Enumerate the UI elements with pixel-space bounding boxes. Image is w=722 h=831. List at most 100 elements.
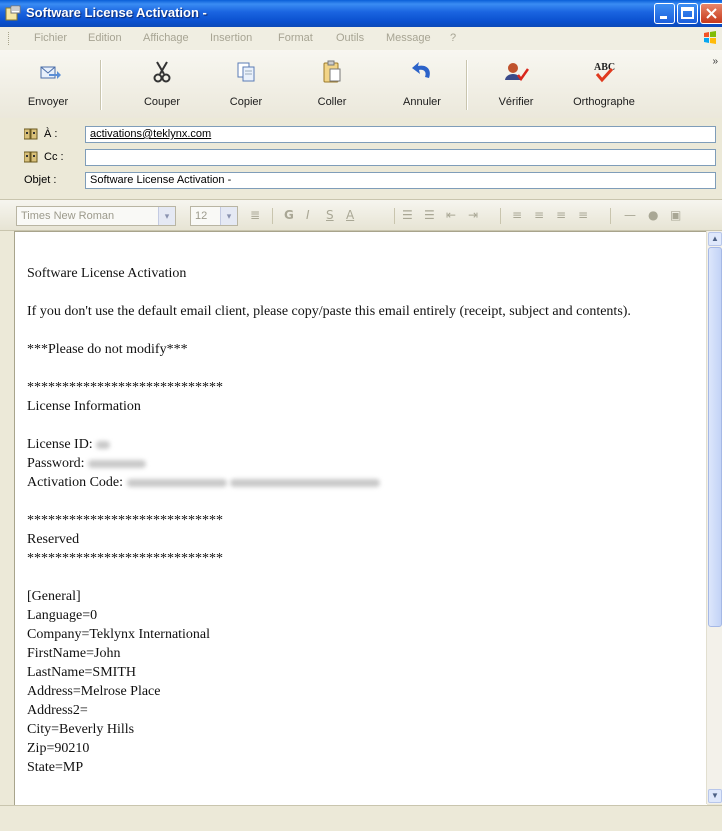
numbered-list-icon[interactable]: ☰ xyxy=(402,208,413,222)
undo-icon xyxy=(412,62,430,78)
font-size-select[interactable]: 12 ▾ xyxy=(190,206,238,226)
menu-outils[interactable]: Outils xyxy=(336,32,364,44)
to-row: À : activations@teklynx.com xyxy=(0,124,722,146)
cc-field[interactable] xyxy=(85,149,716,166)
align-left-icon[interactable]: ≡ xyxy=(512,208,522,222)
config-line: FirstName=John xyxy=(27,646,121,661)
maximize-icon xyxy=(681,7,694,19)
paragraph-style-icon[interactable]: ≣ xyxy=(250,208,260,222)
menu-edition[interactable]: Edition xyxy=(88,32,122,44)
copy-icon xyxy=(237,62,255,82)
menu-message[interactable]: Message xyxy=(386,32,431,44)
config-line: State=MP xyxy=(27,760,84,775)
message-content: Software License Activation If you don't… xyxy=(27,264,697,777)
address-section: À : activations@teklynx.com Cc : Objet :… xyxy=(0,118,722,196)
message-heading: Software License Activation xyxy=(27,266,187,281)
menu-insertion[interactable]: Insertion xyxy=(210,32,252,44)
chevron-down-icon: ▾ xyxy=(220,207,237,225)
cc-label: Cc : xyxy=(44,151,64,163)
scissors-icon xyxy=(153,61,171,83)
scroll-down-button[interactable]: ▼ xyxy=(708,789,722,803)
menu-fichier[interactable]: Fichier xyxy=(34,32,67,44)
paste-icon xyxy=(323,60,341,83)
font-family-select[interactable]: Times New Roman ▾ xyxy=(16,206,176,226)
menu-affichage[interactable]: Affichage xyxy=(143,32,189,44)
decrease-indent-icon[interactable]: ⇤ xyxy=(446,208,456,222)
toolbar-separator xyxy=(100,60,102,110)
cut-button[interactable]: Couper xyxy=(136,56,188,114)
increase-indent-icon[interactable]: ⇥ xyxy=(468,208,478,222)
message-intro: If you don't use the default email clien… xyxy=(27,304,631,319)
separator-line: **************************** xyxy=(27,380,223,395)
check-names-icon xyxy=(505,63,529,82)
compose-message-icon xyxy=(5,5,21,21)
menu-help[interactable]: ? xyxy=(450,32,456,44)
license-id-label: License ID: xyxy=(27,437,93,452)
config-line: Company=Teklynx International xyxy=(27,627,211,642)
copy-button[interactable]: Copier xyxy=(220,56,272,114)
address-book-icon[interactable] xyxy=(24,128,38,140)
address-book-icon[interactable] xyxy=(24,151,38,163)
separator-line: **************************** xyxy=(27,513,223,528)
check-names-label: Vérifier xyxy=(498,96,534,108)
send-button[interactable]: Envoyer xyxy=(22,56,74,114)
close-button[interactable] xyxy=(700,3,722,24)
font-size-value: 12 xyxy=(195,210,208,222)
bullet-list-icon[interactable]: ☰ xyxy=(424,208,435,222)
redacted-activation-code xyxy=(230,478,381,487)
underline-icon[interactable]: S xyxy=(326,208,334,222)
spell-check-icon: ABC xyxy=(594,62,615,83)
spelling-button[interactable]: ABC Orthographe xyxy=(566,56,642,114)
window-title: Software License Activation - xyxy=(26,5,207,20)
align-right-icon[interactable]: ≡ xyxy=(556,208,566,222)
menu-format[interactable]: Format xyxy=(278,32,313,44)
separator-line: **************************** xyxy=(27,551,223,566)
config-line: Language=0 xyxy=(27,608,98,623)
redacted-license-id xyxy=(96,440,111,449)
subject-label: Objet : xyxy=(24,174,57,186)
to-field[interactable]: activations@teklynx.com xyxy=(85,126,716,143)
scroll-up-button[interactable]: ▲ xyxy=(708,232,722,246)
to-value: activations@teklynx.com xyxy=(90,128,212,140)
horizontal-line-icon[interactable]: — xyxy=(624,208,636,222)
paste-button[interactable]: Coller xyxy=(306,56,358,114)
toolbar-separator xyxy=(466,60,468,110)
password-line: Password: xyxy=(27,454,697,473)
vertical-scrollbar[interactable]: ▲ ▼ xyxy=(706,231,722,804)
check-names-button[interactable]: Vérifier xyxy=(490,56,542,114)
title-bar[interactable]: Software License Activation - xyxy=(0,0,722,27)
align-center-icon[interactable]: ≡ xyxy=(534,208,544,222)
menu-grip[interactable] xyxy=(8,32,11,45)
config-line: City=Beverly Hills xyxy=(27,722,135,737)
subject-field[interactable]: Software License Activation - xyxy=(85,172,716,189)
minimize-button[interactable] xyxy=(654,3,675,24)
status-bar xyxy=(0,805,722,831)
hyperlink-icon[interactable]: ● xyxy=(648,208,658,222)
reserved-label: Reserved xyxy=(27,532,80,547)
to-label: À : xyxy=(44,128,58,140)
formatting-toolbar: Times New Roman ▾ 12 ▾ ≣ G I S A ☰ ☰ ⇤ ⇥… xyxy=(0,199,722,231)
undo-button[interactable]: Annuler xyxy=(394,56,450,114)
config-line: LastName=SMITH xyxy=(27,665,136,680)
password-label: Password: xyxy=(27,456,85,471)
message-body[interactable]: Software License Activation If you don't… xyxy=(14,231,707,805)
scroll-thumb[interactable] xyxy=(708,247,722,627)
italic-icon[interactable]: I xyxy=(306,208,310,222)
maximize-button[interactable] xyxy=(677,3,698,24)
config-line: [General] xyxy=(27,589,81,604)
minimize-icon xyxy=(660,16,667,19)
message-warning: ***Please do not modify*** xyxy=(27,342,188,357)
chevron-down-icon: ▾ xyxy=(158,207,175,225)
spelling-label: Orthographe xyxy=(573,96,635,108)
toolbar-overflow-chevron[interactable]: » xyxy=(712,56,718,67)
email-compose-window: Software License Activation - Fichier Ed… xyxy=(0,0,722,831)
insert-picture-icon[interactable]: ▣ xyxy=(670,208,681,222)
justify-icon[interactable]: ≡ xyxy=(578,208,588,222)
bold-icon[interactable]: G xyxy=(284,208,294,222)
redacted-password xyxy=(88,459,147,468)
config-line: Zip=90210 xyxy=(27,741,90,756)
paste-label: Coller xyxy=(317,96,347,108)
font-color-icon[interactable]: A xyxy=(346,208,354,222)
main-toolbar: Envoyer Couper Copier Coller Annuler Vér… xyxy=(0,50,722,119)
close-icon xyxy=(706,8,717,19)
